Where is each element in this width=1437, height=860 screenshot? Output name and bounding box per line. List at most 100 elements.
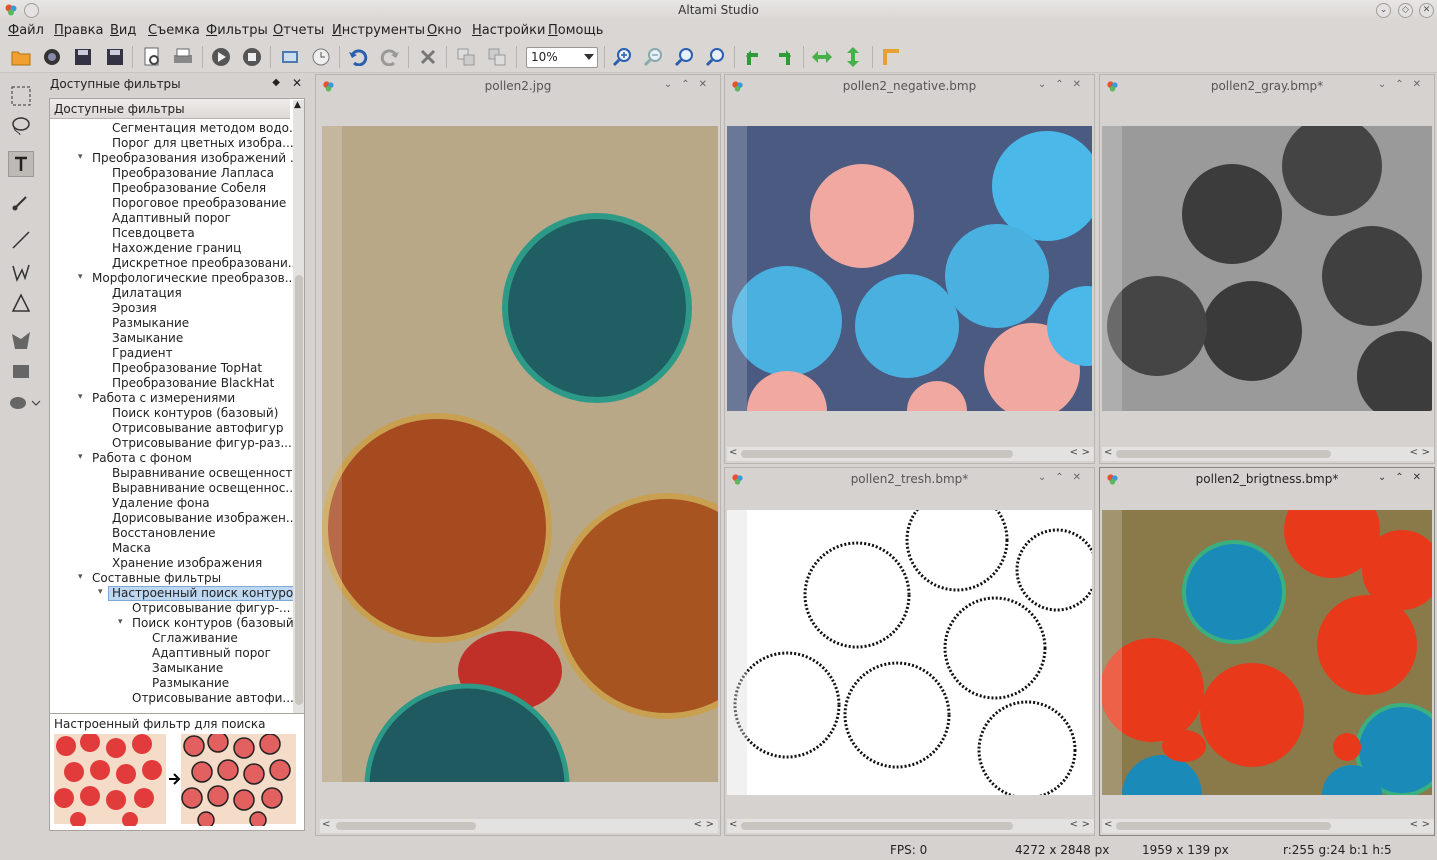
menu-capture[interactable]: Съемка (148, 23, 200, 38)
image-canvas[interactable] (1102, 510, 1432, 795)
scroll-left-icon[interactable]: < (1410, 819, 1418, 830)
menu-settings[interactable]: Настройки (472, 23, 545, 38)
lasso-icon[interactable] (8, 113, 34, 139)
tree-item[interactable]: Нахождение границ (112, 241, 241, 256)
line-tool-icon[interactable] (8, 227, 34, 253)
tree-item[interactable]: Сглаживание (152, 631, 238, 646)
h-scrollbar[interactable]: < < > (1102, 819, 1434, 833)
tree-item[interactable]: Хранение изображения (112, 556, 262, 571)
tree-item[interactable]: Преобразование TopHat (112, 361, 262, 376)
menu-reports[interactable]: Отчеты (273, 23, 324, 38)
menu-edit[interactable]: Правка (54, 23, 103, 38)
window-controls[interactable]: ⌄⌃✕ (1378, 79, 1430, 90)
close-button[interactable]: ✕ (1419, 3, 1434, 18)
tree-item[interactable]: Поиск контуров (базовый) (132, 616, 298, 631)
save-all-icon[interactable] (102, 45, 126, 69)
angle-tool-icon[interactable] (8, 290, 34, 316)
zoom-fit-icon[interactable] (703, 45, 727, 69)
flip-horizontal-icon[interactable] (810, 45, 834, 69)
tree-item[interactable]: Работа с измерениями (92, 391, 235, 406)
window-controls[interactable]: ⌄⌃✕ (1038, 472, 1090, 483)
redo-icon[interactable] (378, 45, 402, 69)
tree-item[interactable]: Псевдоцвета (112, 226, 195, 241)
tree-item[interactable]: Градиент (112, 346, 173, 361)
expand-arrow-icon[interactable]: ▾ (98, 587, 103, 597)
tree-item[interactable]: Маска (112, 541, 151, 556)
tree-item[interactable]: Составные фильтры (92, 571, 221, 586)
print-preview-icon[interactable] (140, 45, 164, 69)
image-window-gray[interactable]: pollen2_gray.bmp* ⌄⌃✕ < < > (1099, 74, 1435, 464)
ruler-icon[interactable] (879, 45, 903, 69)
print-icon[interactable] (171, 45, 195, 69)
tree-item[interactable]: Отрисовывание фигур-раз... (112, 436, 292, 451)
h-scroll-thumb[interactable] (741, 822, 1013, 830)
flip-vertical-icon[interactable] (841, 45, 865, 69)
scroll-up-icon[interactable]: ▲ (294, 100, 301, 110)
scroll-left-icon[interactable]: < (1070, 819, 1078, 830)
tree-item[interactable]: Отрисовывание автофигур (112, 421, 283, 436)
tree-item[interactable]: Удаление фона (112, 496, 210, 511)
tree-item[interactable]: Преобразование Собеля (112, 181, 266, 196)
image-canvas[interactable] (322, 126, 718, 782)
filters-tree[interactable]: Доступные фильтры Сегментация методом во… (49, 98, 305, 782)
scroll-left-icon[interactable]: < (1070, 447, 1078, 458)
tree-item[interactable]: Дилатация (112, 286, 182, 301)
tree-item[interactable]: Сегментация методом водо... (112, 121, 300, 136)
expand-arrow-icon[interactable]: ▾ (78, 272, 83, 282)
rectangle-tool-icon[interactable] (8, 359, 34, 385)
scroll-right-icon[interactable]: > (1082, 447, 1090, 458)
save-icon[interactable] (71, 45, 95, 69)
tree-item[interactable]: Настроенный поиск контуров (108, 586, 304, 601)
dock-close-icon[interactable]: ✕ (292, 76, 302, 90)
tree-item[interactable]: Пороговое преобразование (112, 196, 286, 211)
tree-item[interactable]: Дорисовывание изображен... (112, 511, 297, 526)
tree-item[interactable]: Поиск контуров (базовый) (112, 406, 278, 421)
delete-icon[interactable] (416, 45, 440, 69)
scroll-right-icon[interactable]: > (1422, 819, 1430, 830)
zoom-select[interactable]: 10% (526, 47, 598, 68)
expand-arrow-icon[interactable]: ▾ (118, 617, 123, 627)
window-controls[interactable]: ⌄⌃✕ (664, 79, 716, 90)
image-window-pollen2[interactable]: pollen2.jpg ⌄⌃✕ < < > (315, 74, 721, 836)
maximize-button[interactable]: ◇ (1398, 3, 1413, 18)
scroll-right-icon[interactable]: > (1422, 447, 1430, 458)
expand-arrow-icon[interactable]: ▾ (78, 152, 83, 162)
image-window-negative[interactable]: pollen2_negative.bmp ⌄⌃✕ < < > (724, 74, 1095, 464)
h-scrollbar[interactable]: < < > (727, 447, 1094, 461)
open-folder-icon[interactable] (9, 45, 33, 69)
image-window-brightness[interactable]: pollen2_brigtness.bmp* ⌄⌃✕ < < > (1099, 467, 1435, 836)
expand-arrow-icon[interactable]: ▾ (78, 572, 83, 582)
tree-item[interactable]: Отрисовывание автофи... (132, 691, 294, 706)
scroll-left-icon[interactable]: < (694, 819, 702, 830)
image-canvas[interactable] (1102, 126, 1432, 411)
tree-item[interactable]: Дискретное преобразовани... (112, 256, 299, 271)
tree-header[interactable]: Доступные фильтры (50, 99, 290, 119)
tree-item[interactable]: Адаптивный порог (112, 211, 231, 226)
tree-item[interactable]: Восстановление (112, 526, 215, 541)
scroll-left-icon[interactable]: < (1104, 447, 1112, 458)
scroll-left-icon[interactable]: < (1410, 447, 1418, 458)
tree-item[interactable]: Замыкание (112, 331, 183, 346)
scroll-left-icon[interactable]: < (729, 819, 737, 830)
tree-item[interactable]: Выравнивание освещеннос... (112, 481, 297, 496)
tree-item[interactable]: Эрозия (112, 301, 157, 316)
expand-arrow-icon[interactable]: ▾ (78, 392, 83, 402)
tree-item[interactable]: Преобразование Лапласа (112, 166, 274, 181)
menu-filters[interactable]: Фильтры (206, 23, 268, 38)
menu-help[interactable]: Помощь (548, 23, 603, 38)
tree-item[interactable]: Порог для цветных изобра... (112, 136, 294, 151)
tree-item[interactable]: Адаптивный порог (152, 646, 271, 661)
dock-float-icon[interactable]: ◆ (272, 77, 280, 88)
ellipse-tool-icon[interactable] (8, 390, 42, 416)
timer-icon[interactable] (309, 45, 333, 69)
tree-item[interactable]: Работа с фоном (92, 451, 192, 466)
scroll-left-icon[interactable]: < (1104, 819, 1112, 830)
text-tool-icon[interactable] (8, 151, 34, 177)
tree-item[interactable]: Отрисовывание фигур-... (132, 601, 290, 616)
tree-scroll-thumb[interactable] (295, 275, 303, 705)
camera-icon[interactable] (40, 45, 64, 69)
play-icon[interactable] (209, 45, 233, 69)
image-window-tresh[interactable]: pollen2_tresh.bmp* ⌄⌃✕ < < > (724, 467, 1095, 836)
image-canvas[interactable] (727, 510, 1092, 795)
image-canvas[interactable] (727, 126, 1092, 411)
